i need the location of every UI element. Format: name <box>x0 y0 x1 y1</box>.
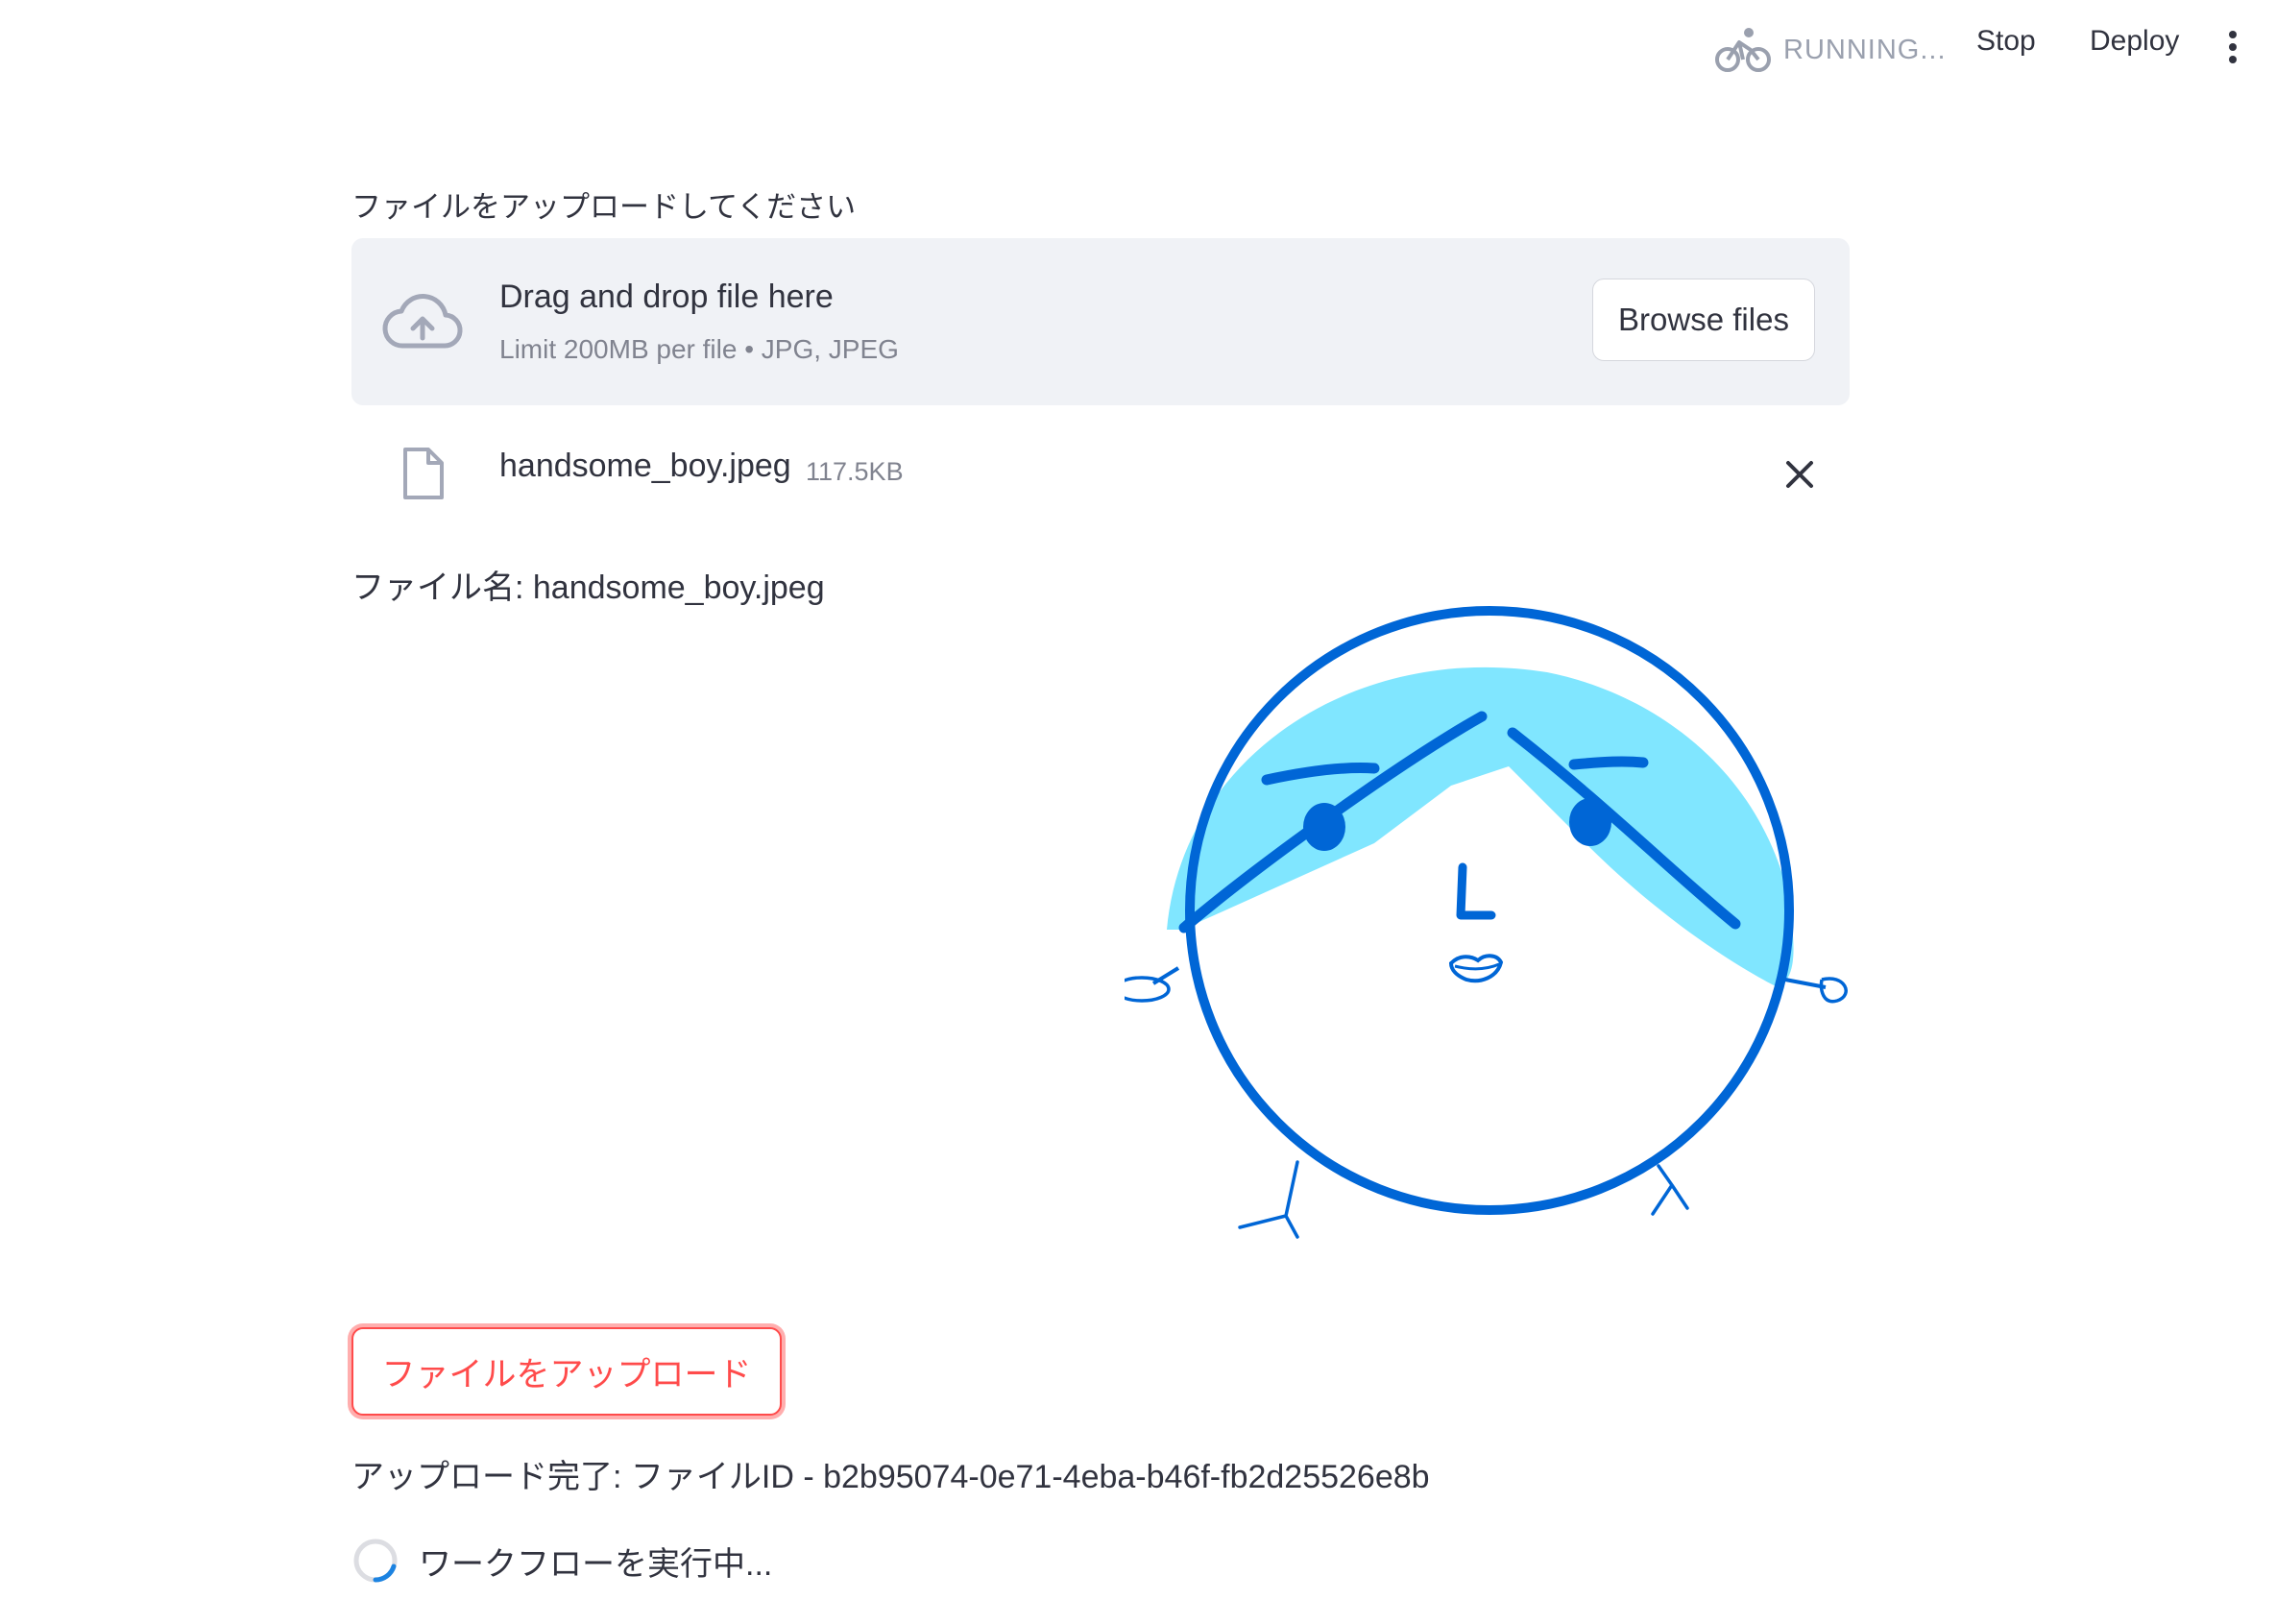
dropzone-title: Drag and drop file here <box>499 279 834 315</box>
more-vertical-icon[interactable] <box>2226 31 2240 69</box>
close-icon[interactable] <box>1782 457 1817 492</box>
app-header: RUNNING... Stop Deploy <box>0 0 2276 100</box>
spinner-icon <box>353 1539 398 1583</box>
bicycle-icon <box>1715 28 1771 72</box>
status-text: RUNNING... <box>1783 34 1947 65</box>
running-text: ワークフローを実行中... <box>419 1545 773 1583</box>
workflow-running-status: ワークフローを実行中... <box>351 1537 772 1585</box>
stop-button[interactable]: Stop <box>1976 25 2036 58</box>
file-icon <box>403 448 444 499</box>
browse-files-button[interactable]: Browse files <box>1592 279 1815 361</box>
uploader-label: ファイルをアップロードしてください <box>351 190 857 224</box>
deploy-button[interactable]: Deploy <box>2090 25 2179 58</box>
upload-complete-message: アップロード完了: ファイルID - b2b95074-0e71-4eba-b4… <box>351 1459 1430 1495</box>
uploaded-file-size: 117.5KB <box>806 457 904 486</box>
uploaded-image-preview <box>1125 606 1848 1239</box>
uploaded-file-row: handsome_boy.jpeg 117.5KB <box>351 442 1850 509</box>
upload-file-button[interactable]: ファイルをアップロード <box>351 1327 782 1416</box>
running-status: RUNNING... <box>1714 25 1947 75</box>
file-name-text: ファイル名: handsome_boy.jpeg <box>351 570 825 606</box>
file-dropzone[interactable]: Drag and drop file here Limit 200MB per … <box>351 238 1850 405</box>
dropzone-subtitle: Limit 200MB per file • JPG, JPEG <box>499 334 899 364</box>
cloud-upload-icon <box>382 294 463 349</box>
uploaded-file-name: handsome_boy.jpeg <box>499 448 791 484</box>
